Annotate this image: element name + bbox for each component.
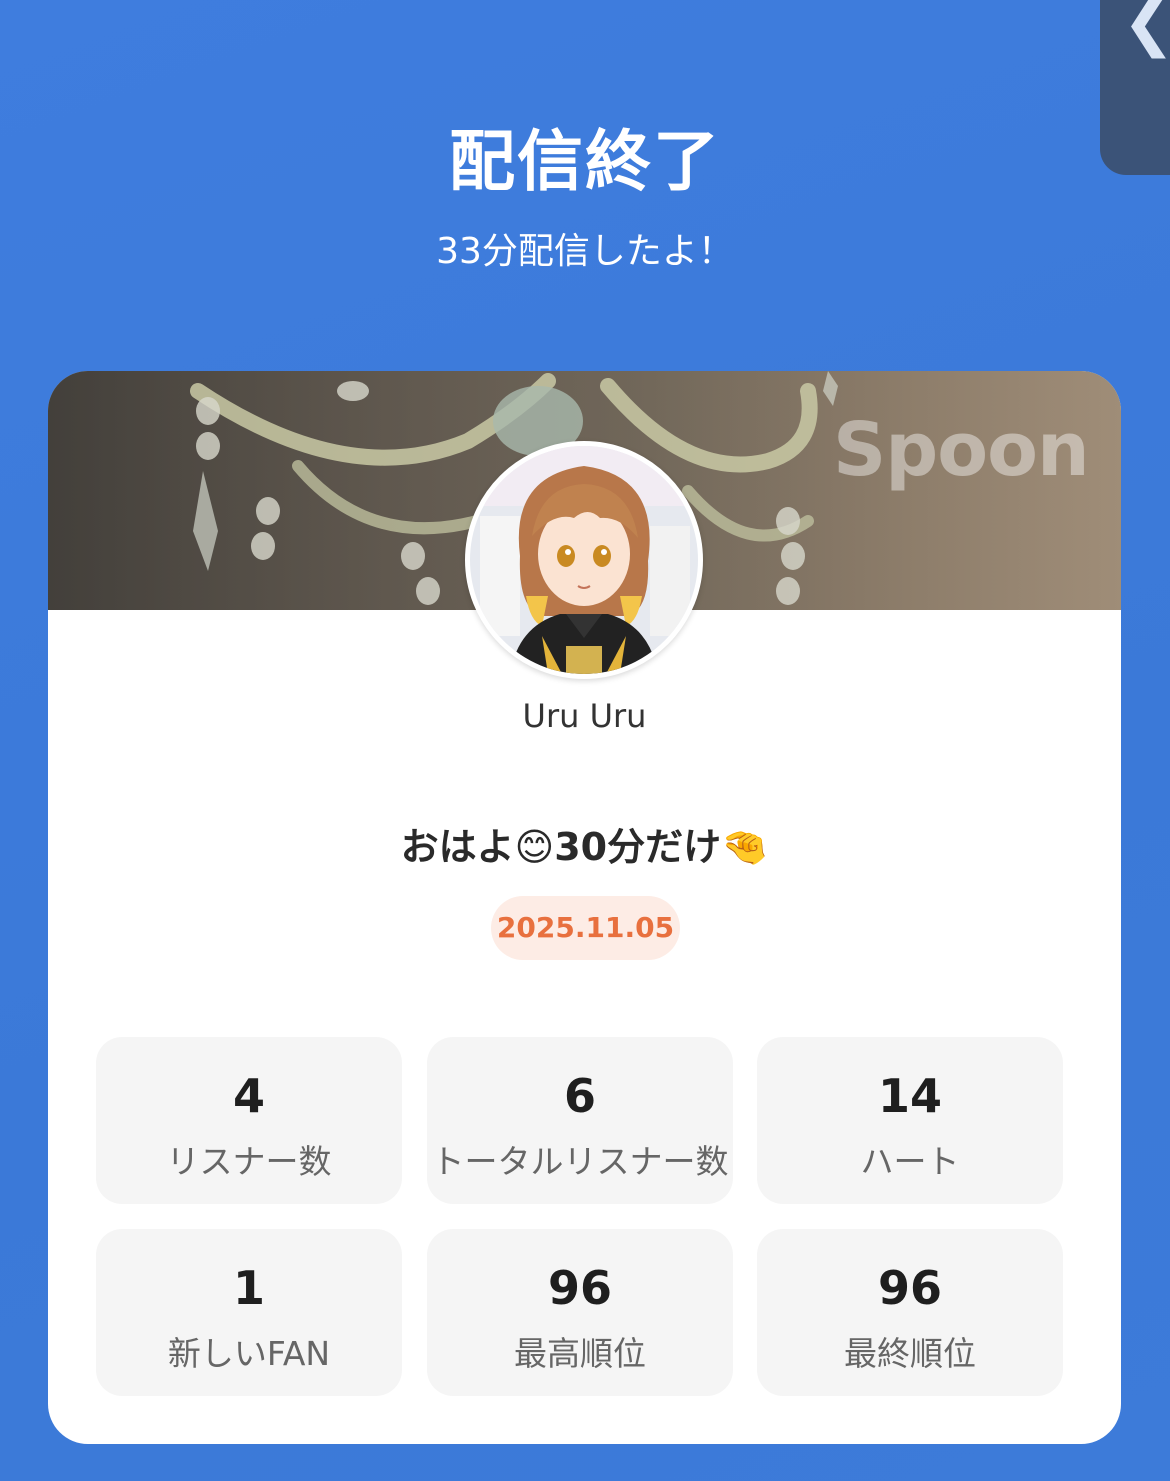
avatar[interactable] <box>465 441 703 679</box>
date-badge: 2025.11.05 <box>491 896 680 960</box>
stat-listeners: 4 リスナー数 <box>96 1037 402 1204</box>
stat-highest-rank: 96 最高順位 <box>427 1229 733 1396</box>
stat-value: 14 <box>877 1069 942 1123</box>
stat-value: 1 <box>232 1261 265 1315</box>
broadcast-title: おはよ😊30分だけ🤏 <box>400 825 769 869</box>
stat-final-rank: 96 最終順位 <box>757 1229 1063 1396</box>
broadcast-summary-card: Spoon Uru Uru おはよ😊30分だけ🤏 2025.11.05 4 リス… <box>48 371 1121 1444</box>
avatar-image <box>470 446 698 674</box>
stat-value: 96 <box>877 1261 942 1315</box>
username: Uru Uru <box>522 697 647 735</box>
stat-label: リスナー数 <box>166 1142 332 1181</box>
stat-label: トータルリスナー数 <box>431 1142 729 1181</box>
stat-label: 最終順位 <box>844 1334 976 1373</box>
stat-label: 新しいFAN <box>167 1334 331 1373</box>
spoon-logo: Spoon <box>833 407 1090 493</box>
stat-hearts: 14 ハート <box>757 1037 1063 1204</box>
stat-total-listeners: 6 トータルリスナー数 <box>427 1037 733 1204</box>
page-title: 配信終了 <box>449 123 721 200</box>
stat-label: 最高順位 <box>514 1334 646 1373</box>
stat-value: 4 <box>232 1069 265 1123</box>
page-subtitle: 33分配信したよ！ <box>436 231 734 272</box>
stat-new-fans: 1 新しいFAN <box>96 1229 402 1396</box>
stat-value: 96 <box>547 1261 612 1315</box>
stat-label: ハート <box>860 1142 960 1181</box>
stat-value: 6 <box>563 1069 596 1123</box>
chevron-left-icon: ❮ <box>1122 0 1170 54</box>
